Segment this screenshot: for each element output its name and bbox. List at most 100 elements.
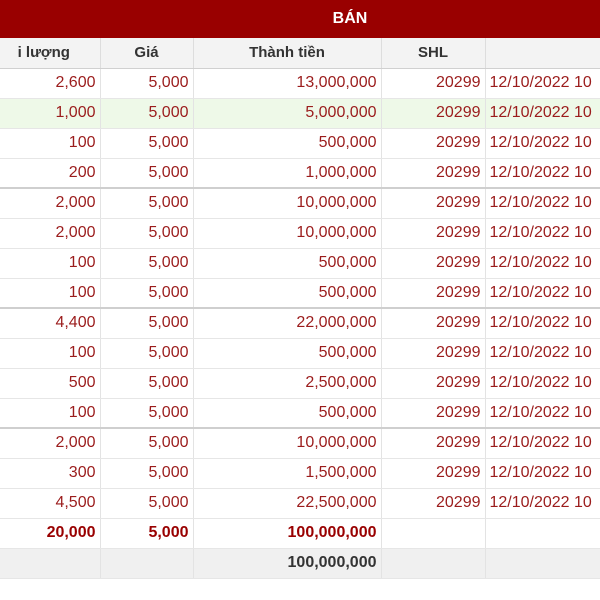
cell-amount: 10,000,000 xyxy=(193,218,382,249)
cell-price: 5,000 xyxy=(100,158,194,189)
cell-shl: 20299 xyxy=(381,158,486,189)
cell-time: 12/10/2022 10 xyxy=(485,68,600,99)
cell-time: 12/10/2022 10 xyxy=(485,128,600,159)
cell-price: 5,000 xyxy=(100,188,194,219)
cell-time: 12/10/2022 10 xyxy=(485,98,600,129)
cell-shl: 20299 xyxy=(381,128,486,159)
cell-quantity: 4,500 xyxy=(0,488,101,519)
table-row[interactable]: 100 5,000 500,000 20299 12/10/2022 10 xyxy=(0,278,600,309)
cell-time: 12/10/2022 10 xyxy=(485,488,600,519)
cell-shl: 20299 xyxy=(381,458,486,489)
cell-time: 12/10/2022 10 xyxy=(485,338,600,369)
table-row[interactable]: 500 5,000 2,500,000 20299 12/10/2022 10 xyxy=(0,368,600,399)
cell-amount: 500,000 xyxy=(193,338,382,369)
table-row[interactable]: 100 5,000 500,000 20299 12/10/2022 10 xyxy=(0,248,600,279)
cell-shl: 20299 xyxy=(381,218,486,249)
cell-quantity: 100 xyxy=(0,278,101,309)
grand-empty-3 xyxy=(381,548,486,579)
table-row[interactable]: 100 5,000 500,000 20299 12/10/2022 10 xyxy=(0,338,600,369)
total-row: 20,000 5,000 100,000,000 xyxy=(0,518,600,549)
cell-quantity: 100 xyxy=(0,128,101,159)
viewport: BÁN i lượng Giá Thành tiền SHL 2,600 5,00… xyxy=(0,0,600,600)
total-amount: 100,000,000 xyxy=(193,518,382,549)
grand-empty-2 xyxy=(100,548,194,579)
table-row[interactable]: 100 5,000 500,000 20299 12/10/2022 10 xyxy=(0,398,600,429)
col-header-quantity[interactable]: i lượng xyxy=(0,38,101,69)
cell-amount: 22,000,000 xyxy=(193,308,382,339)
cell-price: 5,000 xyxy=(100,428,194,459)
cell-price: 5,000 xyxy=(100,248,194,279)
cell-quantity: 2,000 xyxy=(0,188,101,219)
cell-time: 12/10/2022 10 xyxy=(485,428,600,459)
total-time-empty xyxy=(485,518,600,549)
cell-time: 12/10/2022 10 xyxy=(485,308,600,339)
cell-amount: 2,500,000 xyxy=(193,368,382,399)
cell-amount: 22,500,000 xyxy=(193,488,382,519)
cell-price: 5,000 xyxy=(100,398,194,429)
cell-price: 5,000 xyxy=(100,278,194,309)
cell-amount: 500,000 xyxy=(193,248,382,279)
table-row[interactable]: 200 5,000 1,000,000 20299 12/10/2022 10 xyxy=(0,158,600,189)
cell-shl: 20299 xyxy=(381,188,486,219)
cell-quantity: 100 xyxy=(0,338,101,369)
grand-total-amount: 100,000,000 xyxy=(193,548,382,579)
cell-time: 12/10/2022 10 xyxy=(485,368,600,399)
table-row[interactable]: 2,000 5,000 10,000,000 20299 12/10/2022 10 xyxy=(0,218,600,249)
cell-price: 5,000 xyxy=(100,458,194,489)
table-row[interactable]: 2,000 5,000 10,000,000 20299 12/10/2022 10 xyxy=(0,188,600,219)
cell-quantity: 500 xyxy=(0,368,101,399)
grand-empty-1 xyxy=(0,548,101,579)
cell-shl: 20299 xyxy=(381,488,486,519)
cell-shl: 20299 xyxy=(381,308,486,339)
cell-price: 5,000 xyxy=(100,308,194,339)
grand-empty-4 xyxy=(485,548,600,579)
cell-amount: 10,000,000 xyxy=(193,428,382,459)
cell-shl: 20299 xyxy=(381,338,486,369)
cell-price: 5,000 xyxy=(100,488,194,519)
table-row[interactable]: 300 5,000 1,500,000 20299 12/10/2022 10 xyxy=(0,458,600,489)
cell-quantity: 2,600 xyxy=(0,68,101,99)
sell-header-title: BÁN xyxy=(332,10,368,27)
cell-quantity: 200 xyxy=(0,158,101,189)
col-header-time[interactable] xyxy=(485,38,600,69)
cell-time: 12/10/2022 10 xyxy=(485,218,600,249)
cell-quantity: 4,400 xyxy=(0,308,101,339)
table-row[interactable]: 4,500 5,000 22,500,000 20299 12/10/2022 10 xyxy=(0,488,600,519)
cell-quantity: 2,000 xyxy=(0,428,101,459)
cell-price: 5,000 xyxy=(100,368,194,399)
column-header-row: i lượng Giá Thành tiền SHL xyxy=(0,38,600,69)
table-row[interactable]: 2,600 5,000 13,000,000 20299 12/10/2022 10 xyxy=(0,68,600,99)
cell-amount: 500,000 xyxy=(193,128,382,159)
sell-transactions-table: i lượng Giá Thành tiền SHL 2,600 5,000 13,… xyxy=(0,38,600,579)
table-row[interactable]: 2,000 5,000 10,000,000 20299 12/10/2022 10 xyxy=(0,428,600,459)
table-row[interactable]: 100 5,000 500,000 20299 12/10/2022 10 xyxy=(0,128,600,159)
total-shl-empty xyxy=(381,518,486,549)
total-price: 5,000 xyxy=(100,518,194,549)
col-header-amount[interactable]: Thành tiền xyxy=(193,38,382,69)
cell-time: 12/10/2022 10 xyxy=(485,158,600,189)
cell-shl: 20299 xyxy=(381,98,486,129)
cell-amount: 500,000 xyxy=(193,398,382,429)
cell-shl: 20299 xyxy=(381,428,486,459)
sell-table-panel: BÁN i lượng Giá Thành tiền SHL 2,600 5,00… xyxy=(0,0,600,579)
cell-amount: 1,000,000 xyxy=(193,158,382,189)
col-header-shl[interactable]: SHL xyxy=(381,38,486,69)
cell-shl: 20299 xyxy=(381,248,486,279)
total-quantity: 20,000 xyxy=(0,518,101,549)
cell-shl: 20299 xyxy=(381,278,486,309)
cell-quantity: 100 xyxy=(0,248,101,279)
cell-quantity: 100 xyxy=(0,398,101,429)
cell-time: 12/10/2022 10 xyxy=(485,188,600,219)
cell-shl: 20299 xyxy=(381,368,486,399)
table-row[interactable]: 1,000 5,000 5,000,000 20299 12/10/2022 10 xyxy=(0,98,600,129)
sell-header-band: BÁN xyxy=(0,0,600,38)
cell-time: 12/10/2022 10 xyxy=(485,398,600,429)
cell-quantity: 2,000 xyxy=(0,218,101,249)
cell-amount: 1,500,000 xyxy=(193,458,382,489)
table-row[interactable]: 4,400 5,000 22,000,000 20299 12/10/2022 10 xyxy=(0,308,600,339)
cell-shl: 20299 xyxy=(381,68,486,99)
cell-amount: 5,000,000 xyxy=(193,98,382,129)
cell-amount: 500,000 xyxy=(193,278,382,309)
cell-amount: 10,000,000 xyxy=(193,188,382,219)
col-header-price[interactable]: Giá xyxy=(100,38,194,69)
